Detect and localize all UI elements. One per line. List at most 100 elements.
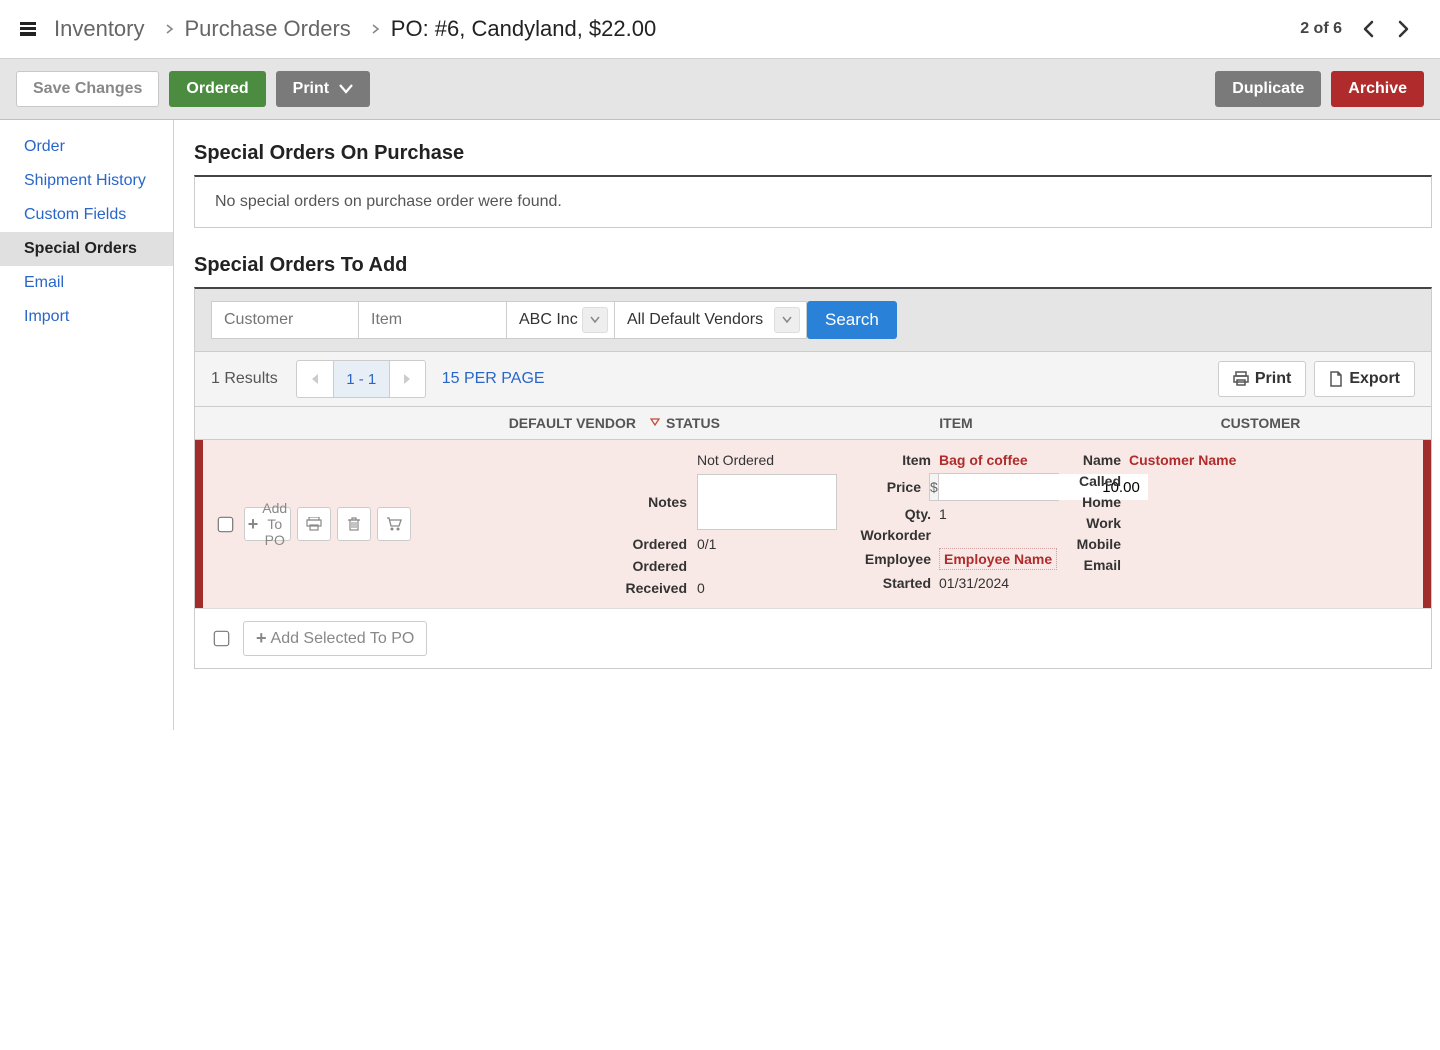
sidebar-item-import[interactable]: Import xyxy=(0,300,173,334)
col-item[interactable]: ITEM xyxy=(836,415,1076,431)
record-next-button[interactable] xyxy=(1386,12,1420,46)
sidebar-item-special-orders[interactable]: Special Orders xyxy=(0,232,173,266)
col-status-label: STATUS xyxy=(666,415,720,431)
print-results-label: Print xyxy=(1255,370,1291,388)
employee-link[interactable]: Employee Name xyxy=(939,548,1057,570)
chevron-down-icon xyxy=(339,84,353,94)
plus-icon: + xyxy=(248,514,259,535)
print-icon xyxy=(1233,371,1249,387)
file-icon xyxy=(1329,371,1343,387)
page-range[interactable]: 1 - 1 xyxy=(333,361,389,397)
sidebar-item-order[interactable]: Order xyxy=(0,130,173,164)
save-changes-button: Save Changes xyxy=(16,71,159,107)
vendor-select-value: ABC Inc xyxy=(519,311,578,329)
workorder-label: Workorder xyxy=(847,527,931,543)
crumb-current-po: PO: #6, Candyland, $22.00 xyxy=(391,16,656,42)
item-label: Item xyxy=(847,452,931,468)
vendor-select[interactable]: ABC Inc xyxy=(507,301,615,339)
section-title-to-add: Special Orders To Add xyxy=(194,254,1432,277)
select-all-checkbox[interactable] xyxy=(214,631,230,647)
table-footer: + Add Selected To PO xyxy=(195,608,1431,668)
ordered-button[interactable]: Ordered xyxy=(169,71,265,107)
crumb-inventory[interactable]: Inventory xyxy=(54,16,145,42)
started-value: 01/31/2024 xyxy=(939,575,1059,591)
duplicate-button[interactable]: Duplicate xyxy=(1215,71,1321,107)
customer-link[interactable]: Customer Name xyxy=(1129,452,1236,468)
record-pager-text: 2 of 6 xyxy=(1300,20,1342,38)
item-link[interactable]: Bag of coffee xyxy=(939,452,1028,468)
qty-value: 1 xyxy=(939,506,1059,522)
breadcrumb: Inventory Purchase Orders PO: #6, Candyl… xyxy=(0,0,1440,59)
price-label: Price xyxy=(847,479,921,495)
record-prev-button[interactable] xyxy=(1352,12,1386,46)
row-delete-button[interactable] xyxy=(337,507,371,541)
archive-button[interactable]: Archive xyxy=(1331,71,1424,107)
table-row: + Add To PO Not Ordered xyxy=(195,440,1431,608)
results-count: 1 Results xyxy=(211,370,278,388)
customer-input[interactable] xyxy=(211,301,359,339)
ordered2-label: Ordered xyxy=(607,558,687,574)
chevron-right-icon xyxy=(165,24,175,34)
notes-label: Notes xyxy=(607,494,687,510)
default-vendor-select[interactable]: All Default Vendors xyxy=(615,301,807,339)
section-title-on-purchase: Special Orders On Purchase xyxy=(194,142,1432,165)
cust-work-label: Work xyxy=(1065,515,1121,531)
per-page-link[interactable]: 15 PER PAGE xyxy=(442,370,545,388)
page-prev-button[interactable] xyxy=(297,361,333,397)
results-bar: 1 Results 1 - 1 15 PER PAGE Pri xyxy=(195,351,1431,406)
currency-symbol: $ xyxy=(930,474,939,500)
started-label: Started xyxy=(847,575,931,591)
export-label: Export xyxy=(1349,370,1400,388)
received-value: 0 xyxy=(697,580,837,596)
col-customer[interactable]: CUSTOMER xyxy=(1076,415,1415,431)
print-label: Print xyxy=(293,80,329,98)
col-status[interactable]: STATUS xyxy=(636,415,836,431)
chevron-down-icon xyxy=(774,307,800,333)
col-default-vendor[interactable]: DEFAULT VENDOR xyxy=(471,415,636,431)
row-cart-button[interactable] xyxy=(377,507,411,541)
ordered-label: Ordered xyxy=(607,536,687,552)
plus-icon: + xyxy=(256,628,267,649)
qty-label: Qty. xyxy=(847,506,931,522)
page-next-button[interactable] xyxy=(389,361,425,397)
empty-message: No special orders on purchase order were… xyxy=(194,175,1432,228)
add-to-po-label: Add To PO xyxy=(262,500,287,548)
row-print-button[interactable] xyxy=(297,507,331,541)
cust-name-label: Name xyxy=(1065,452,1121,468)
pagination: 1 - 1 xyxy=(296,360,426,398)
add-to-po-button[interactable]: + Add To PO xyxy=(244,507,291,541)
row-actions: + Add To PO xyxy=(207,452,411,596)
print-results-button[interactable]: Print xyxy=(1218,361,1306,397)
status-value: Not Ordered xyxy=(697,452,837,468)
cust-home-label: Home xyxy=(1065,494,1121,510)
ordered-value: 0/1 xyxy=(697,536,837,552)
action-toolbar: Save Changes Ordered Print Duplicate Arc… xyxy=(0,59,1440,120)
print-dropdown-button[interactable]: Print xyxy=(276,71,370,107)
crumb-purchase-orders[interactable]: Purchase Orders xyxy=(185,16,351,42)
price-input-group: $ xyxy=(929,473,1059,501)
cust-called-label: Called xyxy=(1065,473,1121,489)
cell-item: Item Bag of coffee Price $ Qty. xyxy=(847,452,1065,596)
row-select-checkbox[interactable] xyxy=(218,516,234,532)
search-button[interactable]: Search xyxy=(807,301,897,339)
filter-row: ABC Inc All Default Vendors Search xyxy=(195,289,1431,351)
table-header-row: DEFAULT VENDOR STATUS ITEM CUSTOMER xyxy=(195,406,1431,440)
default-vendor-select-value: All Default Vendors xyxy=(627,311,763,329)
received-label: Received xyxy=(607,580,687,596)
add-selected-label: Add Selected To PO xyxy=(271,630,415,648)
sidebar-item-email[interactable]: Email xyxy=(0,266,173,300)
chevron-down-icon xyxy=(582,307,608,333)
item-input[interactable] xyxy=(359,301,507,339)
sort-asc-icon xyxy=(650,418,660,428)
cust-email-label: Email xyxy=(1065,557,1121,573)
notes-textarea[interactable] xyxy=(697,474,837,530)
employee-label: Employee xyxy=(847,551,931,567)
add-selected-to-po-button[interactable]: + Add Selected To PO xyxy=(243,621,427,656)
sidebar-item-shipment-history[interactable]: Shipment History xyxy=(0,164,173,198)
sidebar-item-custom-fields[interactable]: Custom Fields xyxy=(0,198,173,232)
cell-customer: Name Customer Name Called Home Work Mobi… xyxy=(1065,452,1419,596)
drawer-icon xyxy=(20,21,36,37)
export-button[interactable]: Export xyxy=(1314,361,1415,397)
add-panel: ABC Inc All Default Vendors Search 1 Res… xyxy=(194,287,1432,669)
chevron-right-icon xyxy=(371,24,381,34)
